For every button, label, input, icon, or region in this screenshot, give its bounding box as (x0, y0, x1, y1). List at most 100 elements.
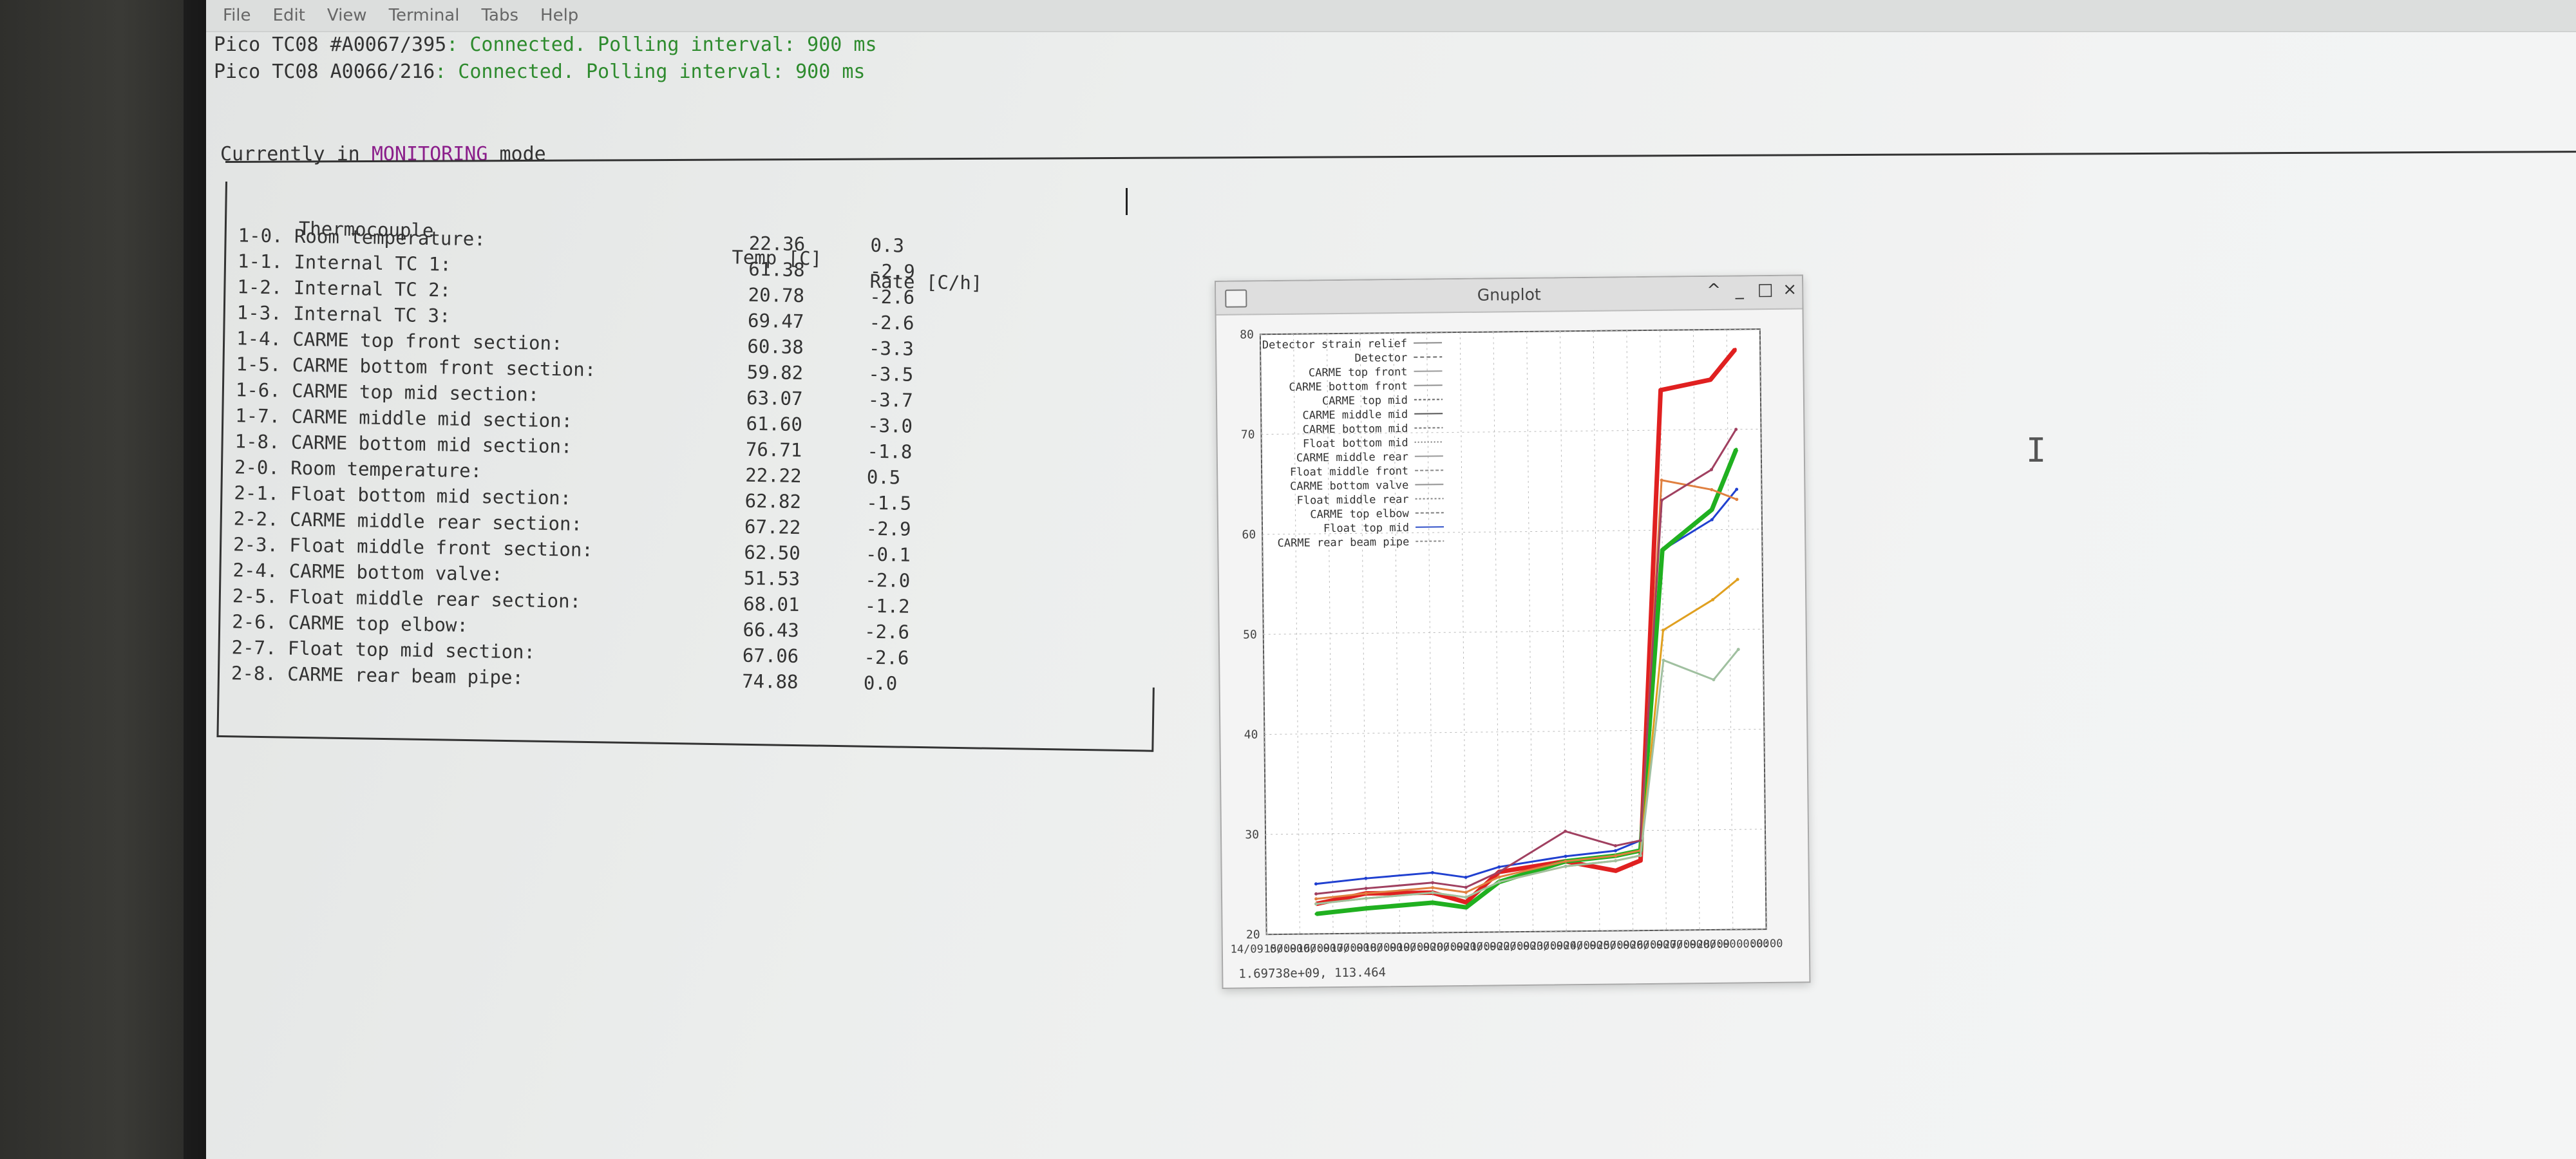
thermocouple-table: Thermocouple Temp [C] Rate [C/h] 1-0. Ro… (216, 182, 1161, 752)
tc-rate: -2.9 (866, 517, 911, 540)
mode-divider (225, 151, 2576, 163)
tc-temp: 74.88 (741, 670, 799, 693)
y-tick-label: 70 (1241, 428, 1255, 442)
gnuplot-titlebar[interactable]: Gnuplot ^ _ □ × (1216, 276, 1803, 316)
tc-rate: -2.6 (869, 285, 915, 308)
y-tick-label: 60 (1242, 528, 1256, 542)
y-tick-label: 80 (1240, 328, 1254, 341)
tc-temp: 51.53 (743, 567, 800, 590)
tc-temp: 22.36 (748, 232, 806, 256)
y-tick-label: 30 (1245, 828, 1259, 842)
menu-terminal[interactable]: Terminal (385, 3, 464, 28)
menu-view[interactable]: View (323, 3, 371, 28)
y-tick-label: 20 (1246, 928, 1260, 941)
tc-rate: -1.2 (864, 594, 910, 617)
tc-temp: 63.07 (746, 386, 803, 410)
tc-name: 1-7. CARME middle mid section: (235, 404, 573, 432)
tc-temp: 76.71 (745, 438, 802, 462)
log-message-2: : Connected. Polling interval: 900 ms (435, 61, 866, 83)
shade-button[interactable]: ^ (1703, 281, 1725, 300)
legend-label: Float middle rear (1296, 493, 1408, 507)
tc-temp: 67.22 (744, 515, 801, 539)
tc-name: 2-8. CARME rear beam pipe: (231, 662, 524, 689)
log-line-1: Pico TC08 #A0067/395: Connected. Polling… (214, 33, 877, 56)
tc-rate: -2.0 (865, 569, 911, 592)
minimize-button[interactable]: _ (1728, 280, 1750, 299)
tc-name: 1-4. CARME top front section: (236, 327, 563, 355)
legend-label: Detector strain relief (1262, 337, 1407, 352)
tc-rate: 0.3 (870, 234, 905, 257)
mode-suffix: mode (488, 143, 546, 165)
legend-label: CARME top front (1309, 366, 1408, 380)
legend-label: Float bottom mid (1303, 437, 1408, 451)
tc-rate: -2.6 (864, 620, 910, 643)
legend-label: CARME top elbow (1310, 507, 1409, 522)
tc-name: 1-6. CARME top mid section: (235, 379, 540, 406)
legend-label: Float middle front (1290, 465, 1408, 479)
tc-rate: -2.6 (869, 311, 914, 334)
tc-rate: -3.0 (867, 414, 913, 437)
tc-rate: -3.5 (868, 363, 914, 386)
gnuplot-plot[interactable]: 2030405060708014/09 00:0015/09 00:0016/0… (1217, 309, 1806, 959)
tc-temp: 62.82 (744, 489, 802, 513)
menu-tabs[interactable]: Tabs (477, 3, 522, 28)
menu-help[interactable]: Help (536, 3, 582, 28)
x-tick-label: 00:00 (1750, 938, 1783, 951)
terminal-menubar: File Edit View Terminal Tabs Help (206, 0, 2576, 32)
legend-label: Float top mid (1323, 522, 1409, 535)
tc-temp: 59.82 (746, 361, 804, 384)
log-message-1: : Connected. Polling interval: 900 ms (446, 33, 877, 56)
close-button[interactable]: × (1779, 279, 1801, 299)
tc-temp: 66.43 (743, 618, 800, 642)
tc-rate: -1.5 (866, 491, 912, 514)
tc-rate: 0.0 (863, 672, 898, 695)
ibeam-cursor-icon: I (2026, 431, 2047, 470)
legend-label: CARME bottom front (1289, 380, 1407, 394)
legend-label: CARME bottom mid (1303, 422, 1408, 437)
tc-name: 1-0. Room temperature: (238, 224, 486, 250)
legend-label: CARME middle rear (1296, 451, 1408, 465)
tc-temp: 67.06 (742, 644, 799, 668)
tc-name: 2-7. Float top mid section: (231, 636, 536, 663)
y-tick-label: 50 (1243, 628, 1257, 641)
tc-name: 1-3. Internal TC 3: (236, 301, 451, 327)
tc-temp: 20.78 (748, 283, 805, 307)
log-device-1: Pico TC08 #A0067/395 (214, 33, 447, 56)
legend-label: CARME top mid (1322, 394, 1408, 408)
tc-rate: -3.3 (868, 337, 914, 360)
tc-name: 2-0. Room temperature: (234, 456, 482, 482)
tc-name: 2-5. Float middle rear section: (232, 585, 582, 612)
tc-temp: 60.38 (747, 335, 804, 359)
legend-label: CARME bottom valve (1290, 479, 1408, 493)
gnuplot-coordinate-readout: 1.69738e+09, 113.464 (1238, 965, 1387, 981)
gnuplot-window[interactable]: Gnuplot ^ _ □ × 20 30 40 50 60 70 80 14/09 00:0… (1215, 274, 1811, 989)
tc-rate: -1.8 (867, 440, 913, 463)
menu-file[interactable]: File (219, 3, 255, 28)
tc-name: 2-6. CARME top elbow: (232, 610, 469, 637)
tc-name: 2-2. CARME middle rear section: (233, 507, 583, 535)
tc-name: 1-8. CARME bottom mid section: (234, 430, 573, 458)
tc-temp: 68.01 (743, 592, 800, 616)
tc-rate: -2.9 (869, 259, 916, 283)
log-device-2: Pico TC08 A0066/216 (214, 61, 435, 83)
tc-name: 1-1. Internal TC 1: (237, 250, 452, 276)
table-body: 1-0. Room temperature: 22.36 0.3 1-1. Inter… (227, 182, 1161, 694)
tc-rate: -0.1 (865, 543, 911, 566)
legend-label: CARME middle mid (1302, 408, 1408, 422)
tc-temp: 61.38 (748, 258, 805, 281)
tc-temp: 69.47 (747, 309, 804, 333)
tc-name: 1-2. Internal TC 2: (237, 276, 451, 301)
table-corner (1151, 687, 1155, 752)
log-line-2: Pico TC08 A0066/216: Connected. Polling … (214, 61, 865, 83)
maximize-button[interactable]: □ (1754, 280, 1776, 299)
y-tick-label: 40 (1244, 728, 1258, 742)
legend-label: Detector (1354, 352, 1407, 365)
tc-temp: 61.60 (746, 412, 803, 436)
tc-temp: 62.50 (744, 541, 800, 565)
tc-rate: -3.7 (867, 388, 913, 411)
tc-rate: 0.5 (866, 466, 901, 489)
tc-rate: -2.6 (864, 646, 909, 669)
tc-name: 2-4. CARME bottom valve: (232, 559, 503, 585)
menu-edit[interactable]: Edit (269, 3, 309, 28)
tc-temp: 22.22 (745, 464, 802, 487)
